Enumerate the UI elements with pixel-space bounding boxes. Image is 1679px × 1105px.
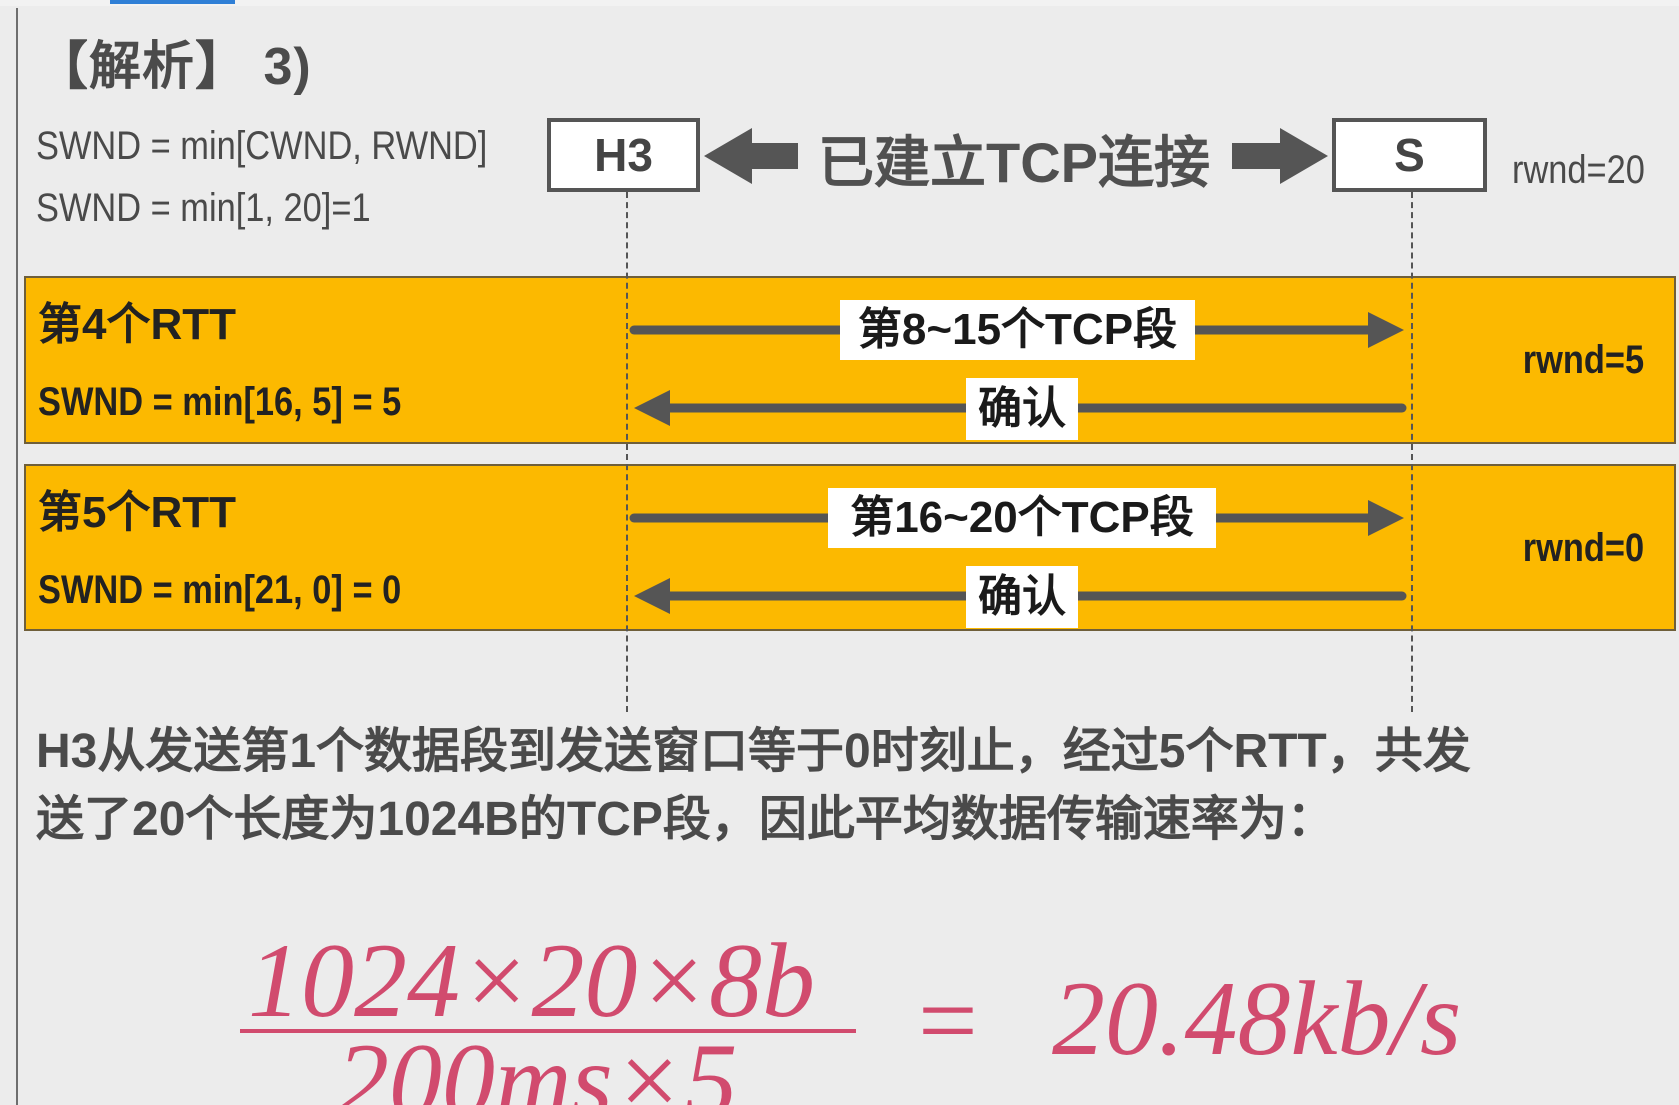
rate-result: 20.48kb/s xyxy=(1052,960,1462,1077)
fraction-denominator: 200ms×5 xyxy=(336,1022,738,1105)
equals-sign: = xyxy=(918,962,978,1079)
rate-calculation: 1024×20×8b 200ms×5 = 20.48kb/s xyxy=(0,0,1679,1105)
